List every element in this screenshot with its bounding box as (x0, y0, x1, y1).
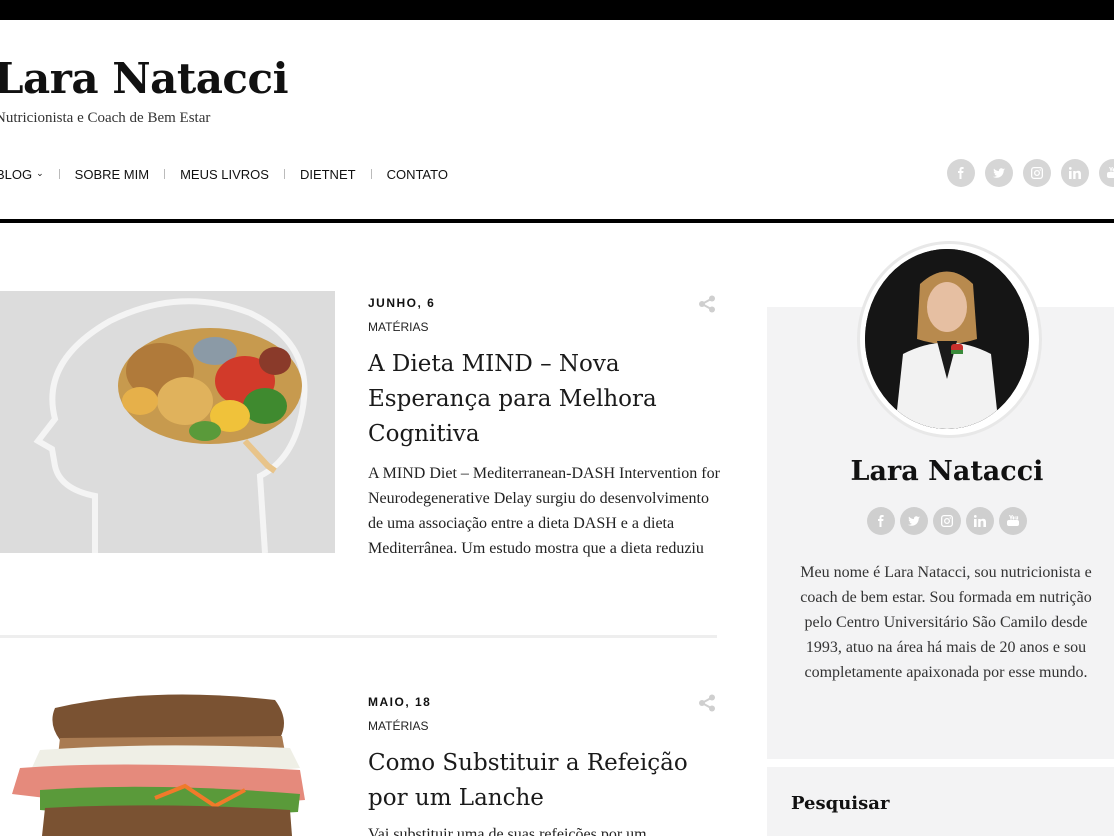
post-category-link[interactable]: MATÉRIAS (368, 719, 428, 733)
nav-item-label: CONTATO (386, 166, 448, 182)
site-title[interactable]: Lara Natacci (0, 54, 289, 103)
nav-item-label: SOBRE MIM (74, 166, 150, 182)
avatar (865, 249, 1029, 429)
nav-separator (370, 169, 372, 179)
nav-item-blog[interactable]: BLOG ⌄ (0, 167, 44, 182)
post-title[interactable]: A Dieta MIND – Nova Esperança para Melho… (368, 347, 723, 452)
post-date: JUNHO, 6 (368, 296, 436, 310)
nav-item-sobre-mim[interactable]: SOBRE MIM (75, 167, 149, 182)
share-icon[interactable] (698, 295, 716, 313)
share-icon[interactable] (698, 694, 716, 712)
post-excerpt: Vai substituir uma de suas refeições por… (368, 826, 647, 836)
facebook-icon[interactable] (947, 159, 975, 187)
search-widget-title: Pesquisar (791, 793, 890, 814)
post-thumbnail-brain-food[interactable] (0, 291, 335, 553)
nav-separator (164, 169, 166, 179)
nav-item-label: BLOG (0, 166, 33, 182)
site-tagline: Nutricionista e Coach de Bem Estar (0, 110, 211, 126)
nav-item-label: MEUS LIVROS (180, 166, 269, 182)
post-title[interactable]: Como Substituir a Refeição por um Lanche (368, 746, 723, 816)
facebook-icon[interactable] (867, 507, 895, 535)
twitter-icon[interactable] (985, 159, 1013, 187)
twitter-icon[interactable] (900, 507, 928, 535)
post-category-link[interactable]: MATÉRIAS (368, 320, 428, 334)
instagram-icon[interactable] (1023, 159, 1051, 187)
header-divider (0, 219, 1114, 223)
nav-separator (58, 169, 60, 179)
header-social-links (947, 159, 1114, 187)
chevron-down-icon: ⌄ (36, 167, 44, 178)
post-thumbnail-sandwich[interactable] (0, 690, 335, 836)
post-date: MAIO, 18 (368, 695, 432, 709)
youtube-icon[interactable] (1099, 159, 1114, 187)
about-name: Lara Natacci (850, 456, 1044, 487)
post-excerpt: A MIND Diet – Mediterranean-DASH Interve… (368, 465, 720, 557)
top-bar (0, 0, 1114, 20)
nav-item-dietnet[interactable]: DIETNET (300, 167, 356, 182)
main-nav: BLOG ⌄ SOBRE MIM MEUS LIVROS DIETNET CON… (0, 166, 448, 182)
about-text: Meu nome é Lara Natacci, sou nutricionis… (800, 564, 1092, 681)
post-divider (0, 635, 717, 638)
linkedin-icon[interactable] (966, 507, 994, 535)
nav-separator (283, 169, 285, 179)
youtube-icon[interactable] (999, 507, 1027, 535)
nav-item-meus-livros[interactable]: MEUS LIVROS (180, 167, 269, 182)
nav-item-contato[interactable]: CONTATO (387, 167, 448, 182)
linkedin-icon[interactable] (1061, 159, 1089, 187)
about-social-links (867, 507, 1027, 535)
instagram-icon[interactable] (933, 507, 961, 535)
nav-item-label: DIETNET (299, 166, 356, 182)
